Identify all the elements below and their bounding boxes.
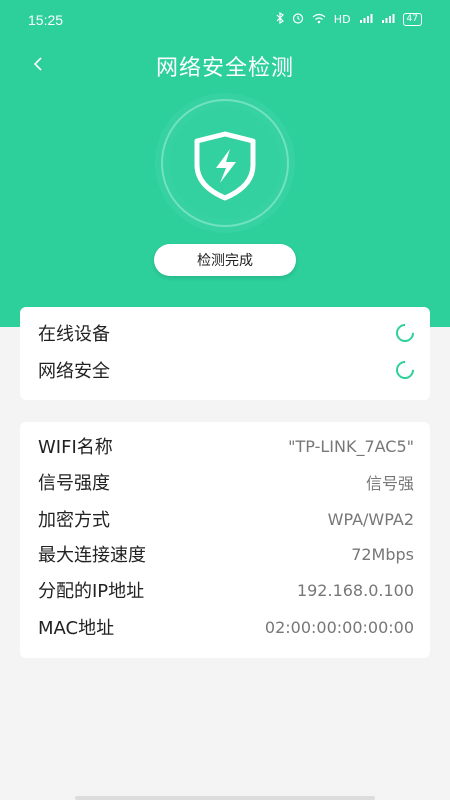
info-value: "TP-LINK_7AC5" — [288, 436, 414, 456]
page-title: 网络安全检测 — [155, 56, 294, 81]
info-row: MAC地址 02:00:00:00:00:00 — [38, 612, 414, 642]
info-label: 信号强度 — [38, 473, 110, 494]
loading-icon — [392, 320, 418, 346]
bluetooth-icon — [276, 11, 284, 27]
signal-icon — [381, 13, 395, 27]
header: 网络安全检测 — [0, 44, 450, 84]
alarm-icon — [292, 12, 304, 27]
status-time: 15:25 — [28, 12, 64, 28]
info-value: 72Mbps — [351, 544, 414, 564]
info-label: 加密方式 — [38, 510, 110, 531]
check-complete-button[interactable]: 检测完成 — [154, 244, 296, 276]
info-label: 分配的IP地址 — [38, 581, 145, 602]
info-row: 分配的IP地址 192.168.0.100 — [38, 575, 414, 605]
hd-icon: HD — [333, 13, 351, 26]
loading-icon — [392, 357, 418, 383]
row-label: 在线设备 — [38, 324, 110, 345]
row-label: 网络安全 — [38, 361, 110, 382]
status-bar: 15:25 HD 47 — [0, 0, 450, 42]
info-row: 信号强度 信号强 — [38, 467, 414, 497]
info-row: 最大连接速度 72Mbps — [38, 539, 414, 569]
signal-icon — [359, 13, 373, 27]
info-value: 02:00:00:00:00:00 — [264, 617, 414, 637]
info-row: 加密方式 WPA/WPA2 — [38, 504, 414, 534]
battery-icon: 47 — [402, 13, 422, 26]
info-value: 信号强 — [365, 474, 414, 493]
info-value: 192.168.0.100 — [296, 580, 414, 600]
info-label: WIFI名称 — [38, 437, 113, 458]
info-label: MAC地址 — [38, 618, 115, 639]
check-status-card: 在线设备 网络安全 — [20, 307, 430, 400]
info-label: 最大连接速度 — [38, 545, 146, 566]
list-item: 在线设备 — [38, 318, 418, 348]
wifi-icon — [312, 13, 326, 27]
info-value: WPA/WPA2 — [327, 509, 414, 529]
list-item: 网络安全 — [38, 355, 418, 385]
status-icons: HD 47 — [276, 11, 422, 27]
network-info-card: WIFI名称 "TP-LINK_7AC5" 信号强度 信号强 加密方式 WPA/… — [20, 422, 430, 658]
shield-lightning-icon — [142, 92, 308, 234]
info-row: WIFI名称 "TP-LINK_7AC5" — [38, 431, 414, 461]
home-indicator[interactable] — [75, 796, 375, 800]
